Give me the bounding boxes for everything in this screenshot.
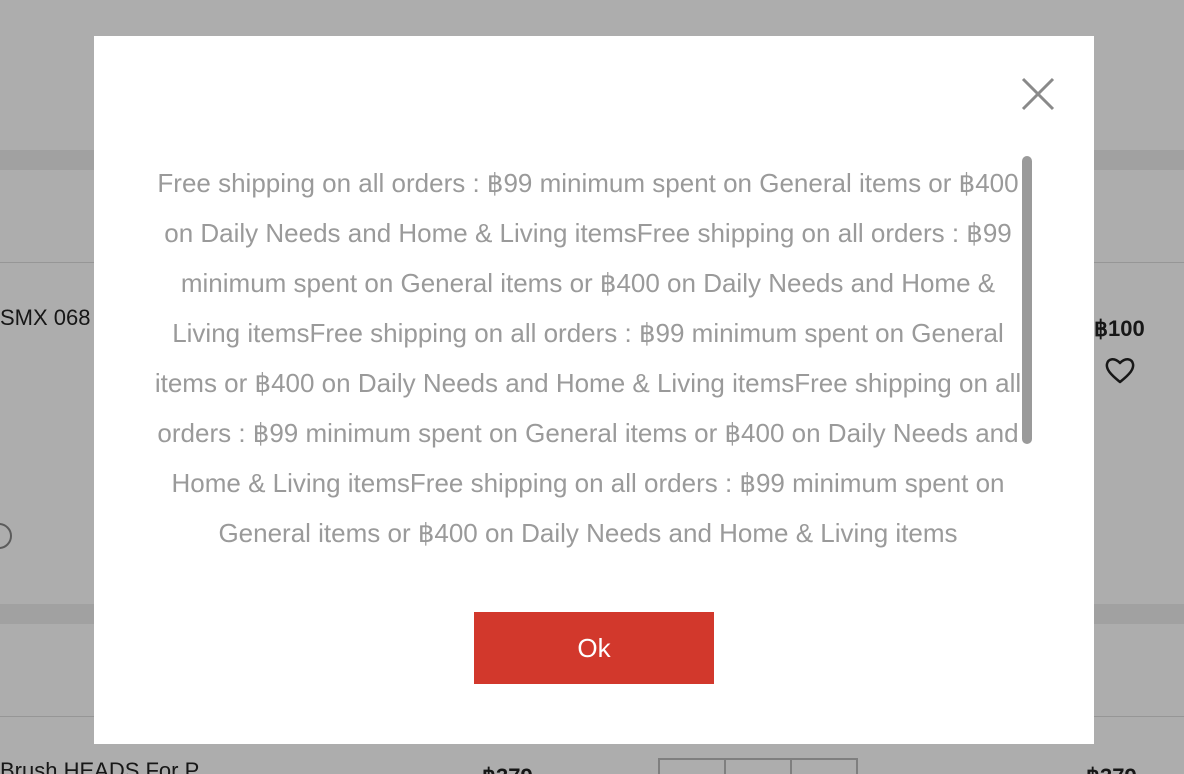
modal-message: Free shipping on all orders : ฿99 minimu… [154, 168, 1022, 548]
scrollbar[interactable] [1022, 156, 1032, 588]
scrollbar-thumb[interactable] [1022, 156, 1032, 444]
close-icon [1021, 77, 1055, 111]
modal-message-area[interactable]: Free shipping on all orders : ฿99 minimu… [154, 158, 1022, 588]
close-button[interactable] [1020, 76, 1056, 112]
ok-button[interactable]: Ok [474, 612, 714, 684]
shipping-info-modal: Free shipping on all orders : ฿99 minimu… [94, 36, 1094, 744]
